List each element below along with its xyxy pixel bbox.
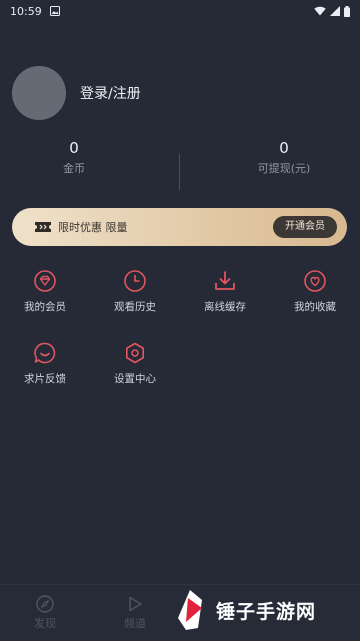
profile-section[interactable]: 登录/注册 bbox=[12, 66, 141, 120]
menu-item-offline-cache[interactable]: 离线缓存 bbox=[180, 270, 270, 314]
menu-item-label: 离线缓存 bbox=[204, 301, 246, 313]
menu-item-label: 观看历史 bbox=[114, 301, 156, 313]
open-membership-button[interactable]: 开通会员 bbox=[273, 216, 337, 238]
coins-label: 金币 bbox=[63, 162, 85, 175]
compass-icon bbox=[36, 595, 54, 613]
play-icon bbox=[129, 596, 142, 612]
signal-icon bbox=[330, 6, 340, 16]
wifi-icon bbox=[314, 6, 326, 16]
cash-value: 0 bbox=[279, 139, 289, 157]
menu-item-label: 设置中心 bbox=[114, 373, 156, 385]
heart-icon bbox=[304, 270, 326, 292]
chat-icon bbox=[34, 342, 56, 364]
menu-item-membership[interactable]: 我的会员 bbox=[0, 270, 90, 314]
coins-value: 0 bbox=[69, 139, 79, 157]
download-icon bbox=[215, 271, 235, 290]
menu-item-feedback[interactable]: 求片反馈 bbox=[0, 342, 90, 386]
menu-item-favorites[interactable]: 我的收藏 bbox=[270, 270, 360, 314]
cash-label: 可提现(元) bbox=[257, 162, 311, 175]
coins-stat[interactable]: 0 金币 bbox=[4, 138, 144, 176]
vip-promo-text: 限时优惠 限量 bbox=[58, 221, 128, 234]
nav-discover-label: 发现 bbox=[34, 617, 56, 630]
menu-item-settings[interactable]: 设置中心 bbox=[90, 342, 180, 386]
status-time: 10:59 bbox=[10, 4, 42, 18]
watermark: 锤子手游网 bbox=[168, 588, 316, 632]
menu-item-history[interactable]: 观看历史 bbox=[90, 270, 180, 314]
status-bar: 10:59 bbox=[0, 0, 360, 22]
avatar[interactable] bbox=[12, 66, 66, 120]
nav-discover[interactable]: 发现 bbox=[15, 595, 75, 631]
menu-item-label: 我的会员 bbox=[24, 301, 66, 313]
vip-banner[interactable]: 限时优惠 限量 开通会员 bbox=[12, 208, 347, 246]
image-icon bbox=[49, 6, 60, 16]
stats-row: 0 金币 0 可提现(元) bbox=[0, 138, 360, 194]
stats-divider bbox=[179, 154, 180, 190]
clock-icon bbox=[124, 270, 146, 292]
settings-icon bbox=[126, 342, 144, 364]
watermark-logo-icon bbox=[178, 590, 202, 630]
cash-stat[interactable]: 0 可提现(元) bbox=[214, 138, 354, 176]
watermark-text: 锤子手游网 bbox=[216, 600, 317, 623]
battery-icon bbox=[344, 5, 350, 17]
menu-item-label: 我的收藏 bbox=[294, 301, 336, 313]
menu-item-label: 求片反馈 bbox=[24, 373, 66, 385]
nav-channel-label: 频道 bbox=[124, 617, 146, 630]
diamond-icon bbox=[34, 270, 56, 292]
nav-channel[interactable]: 频道 bbox=[105, 595, 165, 631]
ticket-icon bbox=[35, 222, 51, 232]
login-register-link[interactable]: 登录/注册 bbox=[80, 83, 141, 103]
